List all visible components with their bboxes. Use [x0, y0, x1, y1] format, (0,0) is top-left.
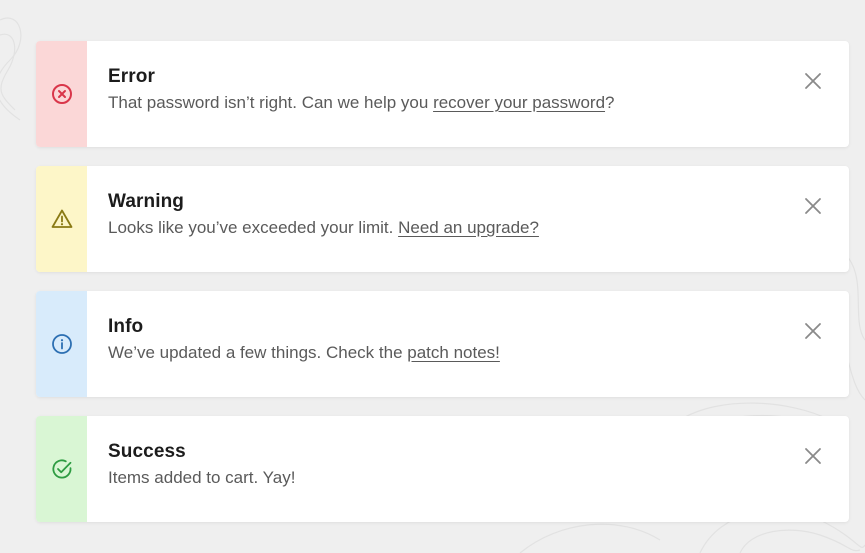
close-icon	[805, 73, 821, 89]
close-icon	[805, 323, 821, 339]
alert-title: Success	[108, 441, 186, 462]
alert-info-stripe	[36, 291, 87, 397]
close-button[interactable]	[803, 71, 823, 91]
alert-success-stripe	[36, 416, 87, 522]
alert-success: Success Items added to cart. Yay!	[36, 416, 849, 522]
alert-message-text: Looks like you’ve exceeded your limit.	[108, 218, 399, 237]
warning-triangle-icon	[51, 209, 72, 228]
alerts-list: Error That password isn’t right. Can we …	[36, 41, 849, 541]
alert-warning-stripe	[36, 166, 87, 272]
alert-message-text: Items added to cart. Yay!	[108, 468, 296, 487]
info-circle-icon	[51, 334, 72, 354]
alert-error: Error That password isn’t right. Can we …	[36, 41, 849, 147]
alert-info: Info We’ve updated a few things. Check t…	[36, 291, 849, 397]
close-button[interactable]	[803, 321, 823, 341]
alert-success-content: Success Items added to cart. Yay!	[87, 416, 849, 522]
alert-error-stripe	[36, 41, 87, 147]
close-button[interactable]	[803, 196, 823, 216]
alert-title: Warning	[108, 191, 184, 212]
x-circle-icon	[51, 84, 72, 104]
close-button[interactable]	[803, 446, 823, 466]
alert-info-content: Info We’ve updated a few things. Check t…	[87, 291, 849, 397]
alert-error-content: Error That password isn’t right. Can we …	[87, 41, 849, 147]
alert-message: Items added to cart. Yay!	[108, 466, 849, 490]
check-circle-icon	[51, 459, 71, 479]
alert-title: Error	[108, 66, 155, 87]
alert-message-text: That password isn’t right. Can we help y…	[108, 93, 434, 112]
alert-message-text: We’ve updated a few things. Check the	[108, 343, 408, 362]
close-icon	[805, 448, 821, 464]
recover-password-link[interactable]: recover your password	[433, 93, 605, 112]
alert-message: That password isn’t right. Can we help y…	[108, 91, 849, 115]
alert-warning-content: Warning Looks like you’ve exceeded your …	[87, 166, 849, 272]
alert-message: Looks like you’ve exceeded your limit. N…	[108, 216, 849, 240]
close-icon	[805, 198, 821, 214]
alert-warning: Warning Looks like you’ve exceeded your …	[36, 166, 849, 272]
alert-title: Info	[108, 316, 144, 337]
alert-message: We’ve updated a few things. Check the pa…	[108, 341, 849, 365]
patch-notes-link[interactable]: patch notes!	[407, 343, 500, 362]
upgrade-link[interactable]: Need an upgrade?	[398, 218, 539, 237]
alert-message-suffix: ?	[605, 93, 615, 112]
